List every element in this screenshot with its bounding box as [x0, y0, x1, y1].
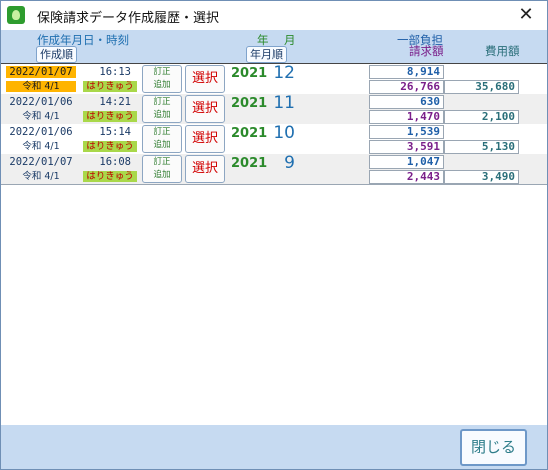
history-row[interactable]: 2022/01/07 令和 4/1 16:13 はりきゅう 訂正追加 選択 20… — [1, 63, 547, 95]
add-label: 追加 — [153, 80, 171, 90]
copay-amount: 1,047 — [369, 155, 444, 169]
cost-amount: 3,490 — [444, 170, 519, 184]
era-date: 令和 4/1 — [22, 111, 60, 122]
fix-label: 訂正 — [153, 97, 171, 107]
cost-amount: 5,130 — [444, 140, 519, 154]
select-button[interactable]: 選択 — [185, 95, 225, 123]
billing-year: 2021 — [231, 66, 268, 81]
created-date: 2022/01/06 — [9, 96, 73, 108]
edit-add-button[interactable]: 訂正 追加 — [142, 155, 182, 183]
window-close-button[interactable]: ✕ — [511, 3, 541, 27]
edit-add-button[interactable]: 訂正 追加 — [142, 95, 182, 123]
era-date: 令和 4/1 — [22, 141, 60, 152]
claim-amount: 26,766 — [369, 80, 444, 94]
billing-year: 2021 — [231, 126, 268, 141]
billing-month: 11 — [273, 93, 295, 113]
app-icon — [7, 6, 25, 24]
created-date: 2022/01/07 — [9, 156, 73, 168]
billing-year: 2021 — [231, 96, 268, 111]
history-row[interactable]: 2022/01/06 令和 4/1 14:21 はりきゅう 訂正追加 選択 20… — [1, 93, 547, 125]
cost-label: 費用額 — [485, 44, 520, 58]
category-tag: はりきゅう — [83, 171, 137, 182]
history-row[interactable]: 2022/01/06 令和 4/1 15:14 はりきゅう 訂正追加 選択 20… — [1, 123, 547, 155]
add-label: 追加 — [153, 170, 171, 180]
claim-label: 請求額 — [409, 44, 444, 58]
add-label: 追加 — [153, 110, 171, 120]
created-date: 2022/01/07 — [6, 66, 76, 78]
created-time: 16:08 — [99, 156, 131, 168]
title-bar: 保険請求データ作成履歴・選択 ✕ — [1, 1, 547, 30]
fix-label: 訂正 — [153, 67, 171, 77]
cost-amount: 2,100 — [444, 110, 519, 124]
era-date: 令和 4/1 — [22, 171, 60, 182]
cost-amount: 35,680 — [444, 80, 519, 94]
add-label: 追加 — [153, 140, 171, 150]
history-row[interactable]: 2022/01/07 令和 4/1 16:08 はりきゅう 訂正追加 選択 20… — [1, 153, 547, 185]
column-header: 作成年月日・時刻 作成順 年 月 年月順 一部負担 請求額 費用額 — [1, 30, 547, 63]
copay-amount: 8,914 — [369, 65, 444, 79]
category-tag: はりきゅう — [83, 141, 137, 152]
copay-amount: 1,539 — [369, 125, 444, 139]
created-time: 14:21 — [99, 96, 131, 108]
created-time: 15:14 — [99, 126, 131, 138]
claim-amount: 1,470 — [369, 110, 444, 124]
claim-amount: 3,591 — [369, 140, 444, 154]
billing-month: 12 — [273, 63, 295, 83]
billing-month: 10 — [273, 123, 295, 143]
billing-month: 9 — [284, 153, 295, 173]
created-time: 16:13 — [99, 66, 131, 78]
era-date: 令和 4/1 — [6, 81, 76, 92]
category-tag: はりきゅう — [83, 81, 137, 92]
footer-bar: 閉じる — [1, 425, 547, 469]
window-title: 保険請求データ作成履歴・選択 — [37, 11, 220, 26]
fix-label: 訂正 — [153, 127, 171, 137]
select-button[interactable]: 選択 — [185, 65, 225, 93]
claim-amount: 2,443 — [369, 170, 444, 184]
history-window: 保険請求データ作成履歴・選択 ✕ 作成年月日・時刻 作成順 年 月 年月順 一部… — [0, 0, 548, 470]
close-button[interactable]: 閉じる — [460, 429, 527, 466]
created-date: 2022/01/06 — [9, 126, 73, 138]
fix-label: 訂正 — [153, 157, 171, 167]
sort-by-created-button[interactable]: 作成順 — [36, 46, 77, 63]
copay-amount: 630 — [369, 95, 444, 109]
billing-year: 2021 — [231, 156, 268, 171]
edit-add-button[interactable]: 訂正 追加 — [142, 125, 182, 153]
select-button[interactable]: 選択 — [185, 125, 225, 153]
select-button[interactable]: 選択 — [185, 155, 225, 183]
edit-add-button[interactable]: 訂正 追加 — [142, 65, 182, 93]
category-tag: はりきゅう — [83, 111, 137, 122]
sort-by-yearmonth-button[interactable]: 年月順 — [246, 46, 287, 63]
